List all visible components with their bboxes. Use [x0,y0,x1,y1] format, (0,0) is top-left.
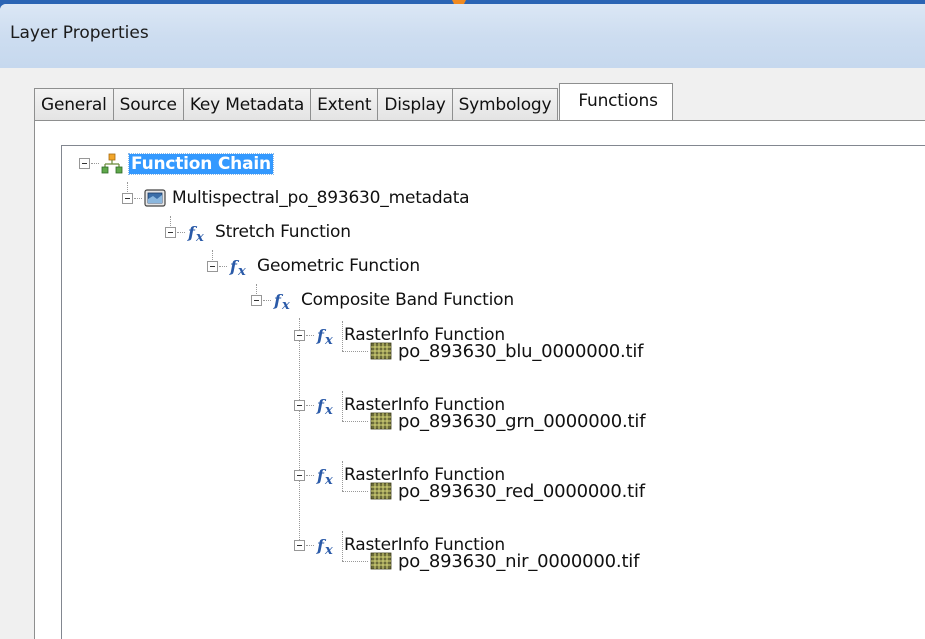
tab-strip: General Source Key Metadata Extent Displ… [34,83,673,120]
window-title: Layer Properties [10,23,149,43]
tree-node-label: Composite Band Function [301,290,514,310]
tree-node-raster-dataset[interactable]: Multispectral_po_893630_metadata [144,185,470,211]
tree-connector [299,318,300,542]
tab-source[interactable]: Source [112,88,184,120]
raster-dataset-icon [144,189,166,207]
tree-connector [306,475,314,476]
tree-node-label: po_893630_nir_0000000.tif [398,550,640,572]
tree-node-composite-band-function[interactable]: f x Composite Band Function [273,287,514,313]
tree-connector [306,405,314,406]
tree-connector [306,545,314,546]
function-icon: f x [316,466,333,486]
tree-node-label: Multispectral_po_893630_metadata [172,188,470,208]
tree-connector [91,163,99,164]
tree-node-raster-file[interactable]: po_893630_grn_0000000.tif [370,408,646,434]
tree-connector [342,351,368,352]
collapse-toggle[interactable] [294,330,305,341]
tab-general[interactable]: General [34,88,114,120]
collapse-toggle[interactable] [294,400,305,411]
svg-text:x: x [324,543,333,556]
collapse-toggle[interactable] [165,227,176,238]
function-icon: f x [273,291,290,311]
svg-text:x: x [237,264,246,277]
tab-functions[interactable]: Functions [559,83,673,120]
tree-node-label: Function Chain [128,153,274,175]
tab-display[interactable]: Display [377,88,453,120]
function-icon: f x [187,223,204,243]
tab-extent[interactable]: Extent [310,88,379,120]
collapse-toggle[interactable] [294,470,305,481]
tree-node-label: Stretch Function [215,222,351,242]
tree-connector [134,198,142,199]
functions-tab-panel: Function Chain Multispectral_po_893630_m… [34,120,925,639]
function-icon: f x [229,257,246,277]
tree-connector [177,232,185,233]
raster-file-icon [370,342,392,360]
svg-text:x: x [281,298,290,311]
raster-file-icon [370,482,392,500]
svg-text:x: x [324,473,333,486]
raster-file-icon [370,412,392,430]
tree-node-label: po_893630_blu_0000000.tif [398,340,644,362]
tab-symbology[interactable]: Symbology [451,88,559,120]
collapse-toggle[interactable] [251,295,262,306]
tree-connector [219,266,227,267]
tree-connector [263,300,271,301]
layer-properties-window: Layer Properties General Source Key Meta… [0,4,925,639]
function-tree[interactable]: Function Chain Multispectral_po_893630_m… [61,145,925,639]
raster-file-icon [370,552,392,570]
tree-node-label: Geometric Function [257,256,420,276]
dialog-client-area: General Source Key Metadata Extent Displ… [0,68,925,639]
tab-key-metadata[interactable]: Key Metadata [182,88,312,120]
collapse-toggle[interactable] [294,540,305,551]
tree-node-raster-file[interactable]: po_893630_blu_0000000.tif [370,338,643,364]
tree-node-function-chain[interactable]: Function Chain [101,151,274,177]
collapse-toggle[interactable] [207,261,218,272]
function-icon: f x [316,536,333,556]
svg-text:x: x [324,403,333,416]
hierarchy-icon [101,153,123,174]
tree-node-raster-file[interactable]: po_893630_nir_0000000.tif [370,548,639,574]
tree-node-raster-file[interactable]: po_893630_red_0000000.tif [370,478,645,504]
title-bar[interactable]: Layer Properties [0,4,925,68]
tree-node-geometric-function[interactable]: f x Geometric Function [229,253,420,279]
function-icon: f x [316,396,333,416]
collapse-toggle[interactable] [79,158,90,169]
tree-connector [342,561,368,562]
tree-node-label: po_893630_red_0000000.tif [398,480,645,502]
svg-text:x: x [195,230,204,243]
tree-connector [306,335,314,336]
svg-text:x: x [324,333,333,346]
collapse-toggle[interactable] [122,193,133,204]
tree-node-label: po_893630_grn_0000000.tif [398,410,646,432]
tree-connector [342,491,368,492]
tree-node-stretch-function[interactable]: f x Stretch Function [187,219,351,245]
tree-connector [342,421,368,422]
function-icon: f x [316,326,333,346]
